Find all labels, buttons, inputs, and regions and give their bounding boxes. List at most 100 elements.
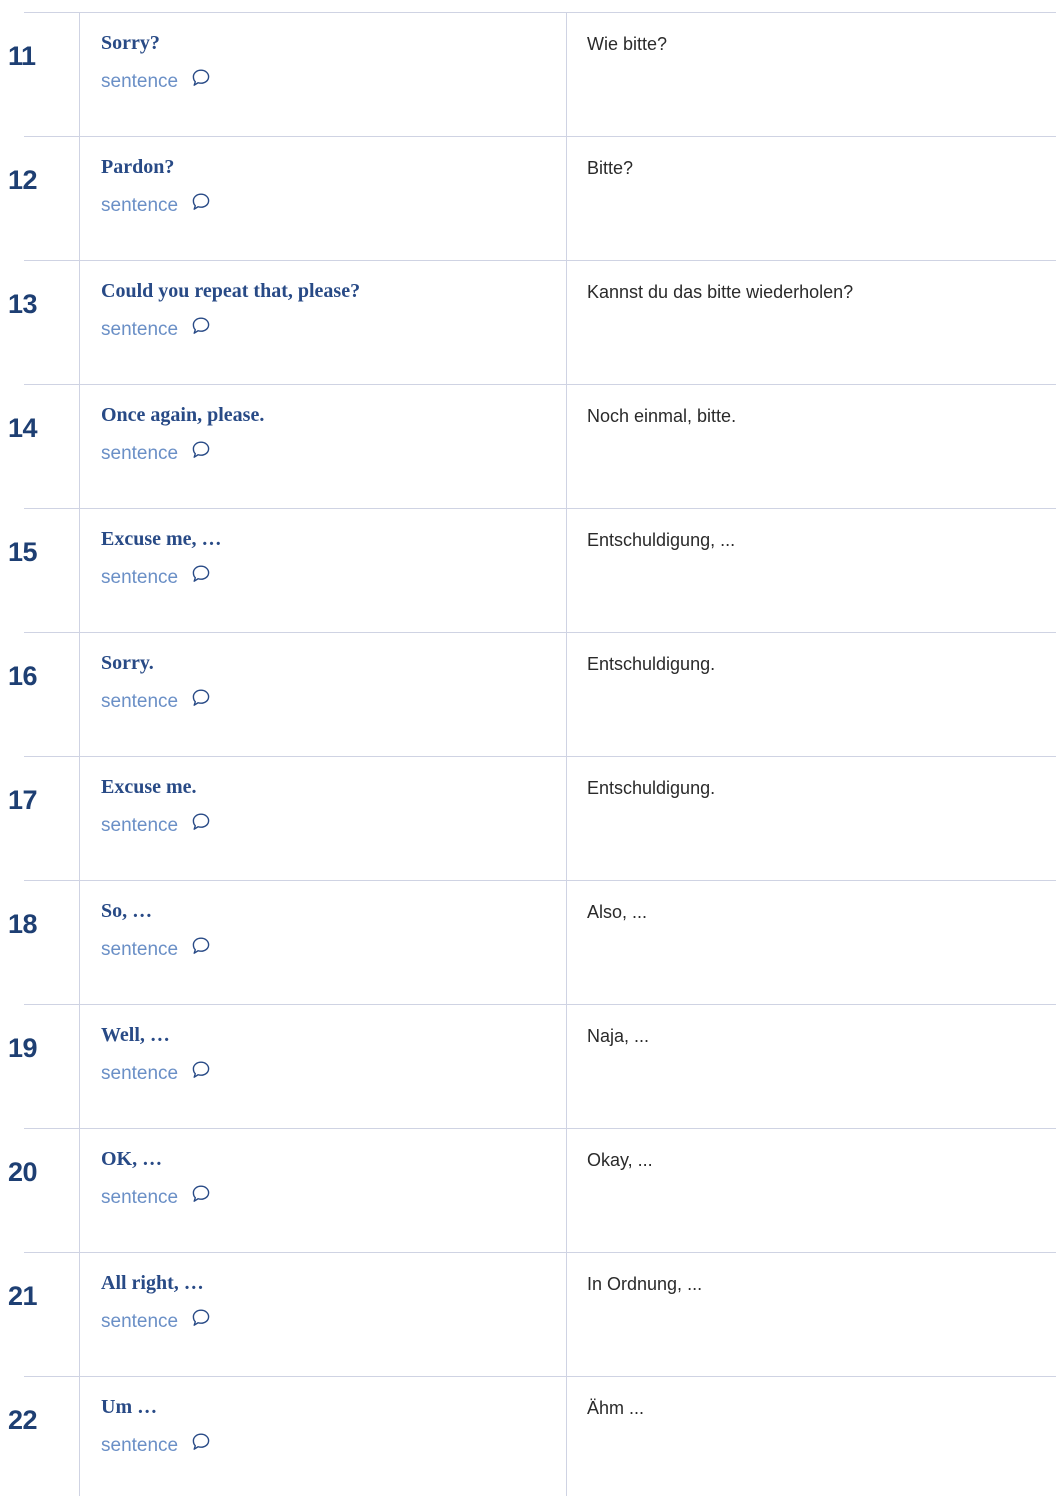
row-divider	[24, 1004, 79, 1005]
row-divider	[24, 1128, 79, 1129]
table-row: 13 Could you repeat that, please? sentence…	[0, 260, 1056, 384]
row-number: 14	[8, 413, 38, 443]
table-row: 15 Excuse me, … sentence Entschuldigung, ..…	[0, 508, 1056, 632]
german-translation: Kannst du das bitte wiederholen?	[587, 282, 854, 302]
word-type: sentence	[101, 1432, 211, 1457]
table-row: 16 Sorry. sentence Entschuldigung.	[0, 632, 1056, 756]
english-term: Pardon?	[101, 156, 175, 178]
row-number: 16	[8, 661, 38, 691]
word-type: sentence	[101, 1060, 211, 1085]
speech-bubble-icon[interactable]	[191, 192, 211, 212]
english-term: Sorry?	[101, 32, 160, 54]
english-term: Once again, please.	[101, 404, 265, 426]
english-term: Um …	[101, 1396, 158, 1418]
word-type: sentence	[101, 812, 211, 837]
word-type-label: sentence	[101, 443, 179, 464]
word-type: sentence	[101, 688, 211, 713]
german-translation: Also, ...	[587, 902, 648, 922]
german-translation: Wie bitte?	[587, 34, 668, 54]
row-divider	[80, 12, 1056, 13]
english-term: All right, …	[101, 1272, 204, 1294]
speech-bubble-icon[interactable]	[191, 688, 211, 708]
row-divider	[80, 756, 1056, 757]
speech-bubble-icon[interactable]	[191, 1184, 211, 1204]
row-number: 13	[8, 289, 38, 319]
table-row: 11 Sorry? sentence Wie bitte?	[0, 12, 1056, 136]
speech-bubble-icon[interactable]	[191, 1432, 211, 1452]
row-divider	[80, 1128, 1056, 1129]
english-term: Sorry.	[101, 652, 154, 674]
speech-bubble-icon[interactable]	[191, 1060, 211, 1080]
german-translation: Ähm ...	[587, 1398, 645, 1418]
word-type-label: sentence	[101, 939, 179, 960]
row-number: 22	[8, 1405, 38, 1435]
row-number: 15	[8, 537, 38, 567]
english-term: Excuse me, …	[101, 528, 222, 550]
english-term: Excuse me.	[101, 776, 197, 798]
table-row: 14 Once again, please. sentence Noch einmal…	[0, 384, 1056, 508]
german-translation: Bitte?	[587, 158, 634, 178]
german-translation: Naja, ...	[587, 1026, 650, 1046]
german-translation: Entschuldigung, ...	[587, 530, 736, 550]
word-type-label: sentence	[101, 1187, 179, 1208]
row-divider	[24, 880, 79, 881]
row-divider	[24, 1252, 79, 1253]
row-divider	[24, 1376, 79, 1377]
word-type: sentence	[101, 192, 211, 217]
speech-bubble-icon[interactable]	[191, 812, 211, 832]
row-divider	[80, 136, 1056, 137]
row-divider	[24, 260, 79, 261]
row-divider	[80, 632, 1056, 633]
word-type: sentence	[101, 1308, 211, 1333]
speech-bubble-icon[interactable]	[191, 440, 211, 460]
word-type: sentence	[101, 316, 211, 341]
table-row: 17 Excuse me. sentence Entschuldigung.	[0, 756, 1056, 880]
row-divider	[80, 880, 1056, 881]
row-number: 11	[8, 41, 36, 71]
row-number: 18	[8, 909, 38, 939]
german-translation: Okay, ...	[587, 1150, 653, 1170]
word-type-label: sentence	[101, 319, 179, 340]
german-translation: In Ordnung, ...	[587, 1274, 703, 1294]
table-row: 18 So, … sentence Also, ...	[0, 880, 1056, 1004]
word-type-label: sentence	[101, 195, 179, 216]
german-translation: Entschuldigung.	[587, 778, 716, 798]
row-divider	[80, 260, 1056, 261]
word-type-label: sentence	[101, 815, 179, 836]
english-term: OK, …	[101, 1148, 163, 1170]
table-row: 22 Um … sentence Ähm ...	[0, 1376, 1056, 1500]
german-translation: Noch einmal, bitte.	[587, 406, 737, 426]
table-row: 12 Pardon? sentence Bitte?	[0, 136, 1056, 260]
speech-bubble-icon[interactable]	[191, 316, 211, 336]
table-row: 19 Well, … sentence Naja, ...	[0, 1004, 1056, 1128]
word-type-label: sentence	[101, 567, 179, 588]
speech-bubble-icon[interactable]	[191, 68, 211, 88]
row-number: 20	[8, 1157, 38, 1187]
row-divider	[80, 384, 1056, 385]
table-row: 21 All right, … sentence In Ordnung, ...	[0, 1252, 1056, 1376]
row-divider	[80, 1004, 1056, 1005]
row-divider	[24, 12, 79, 13]
row-divider	[80, 1252, 1056, 1253]
english-term: Could you repeat that, please?	[101, 280, 361, 302]
word-type: sentence	[101, 936, 211, 961]
word-type-label: sentence	[101, 1435, 179, 1456]
table-row: 20 OK, … sentence Okay, ...	[0, 1128, 1056, 1252]
speech-bubble-icon[interactable]	[191, 1308, 211, 1328]
row-divider	[24, 508, 79, 509]
word-type: sentence	[101, 440, 211, 465]
row-number: 19	[8, 1033, 38, 1063]
row-divider	[80, 1376, 1056, 1377]
speech-bubble-icon[interactable]	[191, 936, 211, 956]
row-number: 17	[8, 785, 38, 815]
row-divider	[24, 384, 79, 385]
vocabulary-table: 11 Sorry? sentence Wie bitte? 12 Pardon? sente…	[0, 0, 1056, 1496]
english-term: Well, …	[101, 1024, 170, 1046]
english-term: So, …	[101, 900, 153, 922]
word-type: sentence	[101, 68, 211, 93]
word-type: sentence	[101, 1184, 211, 1209]
word-type: sentence	[101, 564, 211, 589]
word-type-label: sentence	[101, 1063, 179, 1084]
speech-bubble-icon[interactable]	[191, 564, 211, 584]
word-type-label: sentence	[101, 1311, 179, 1332]
